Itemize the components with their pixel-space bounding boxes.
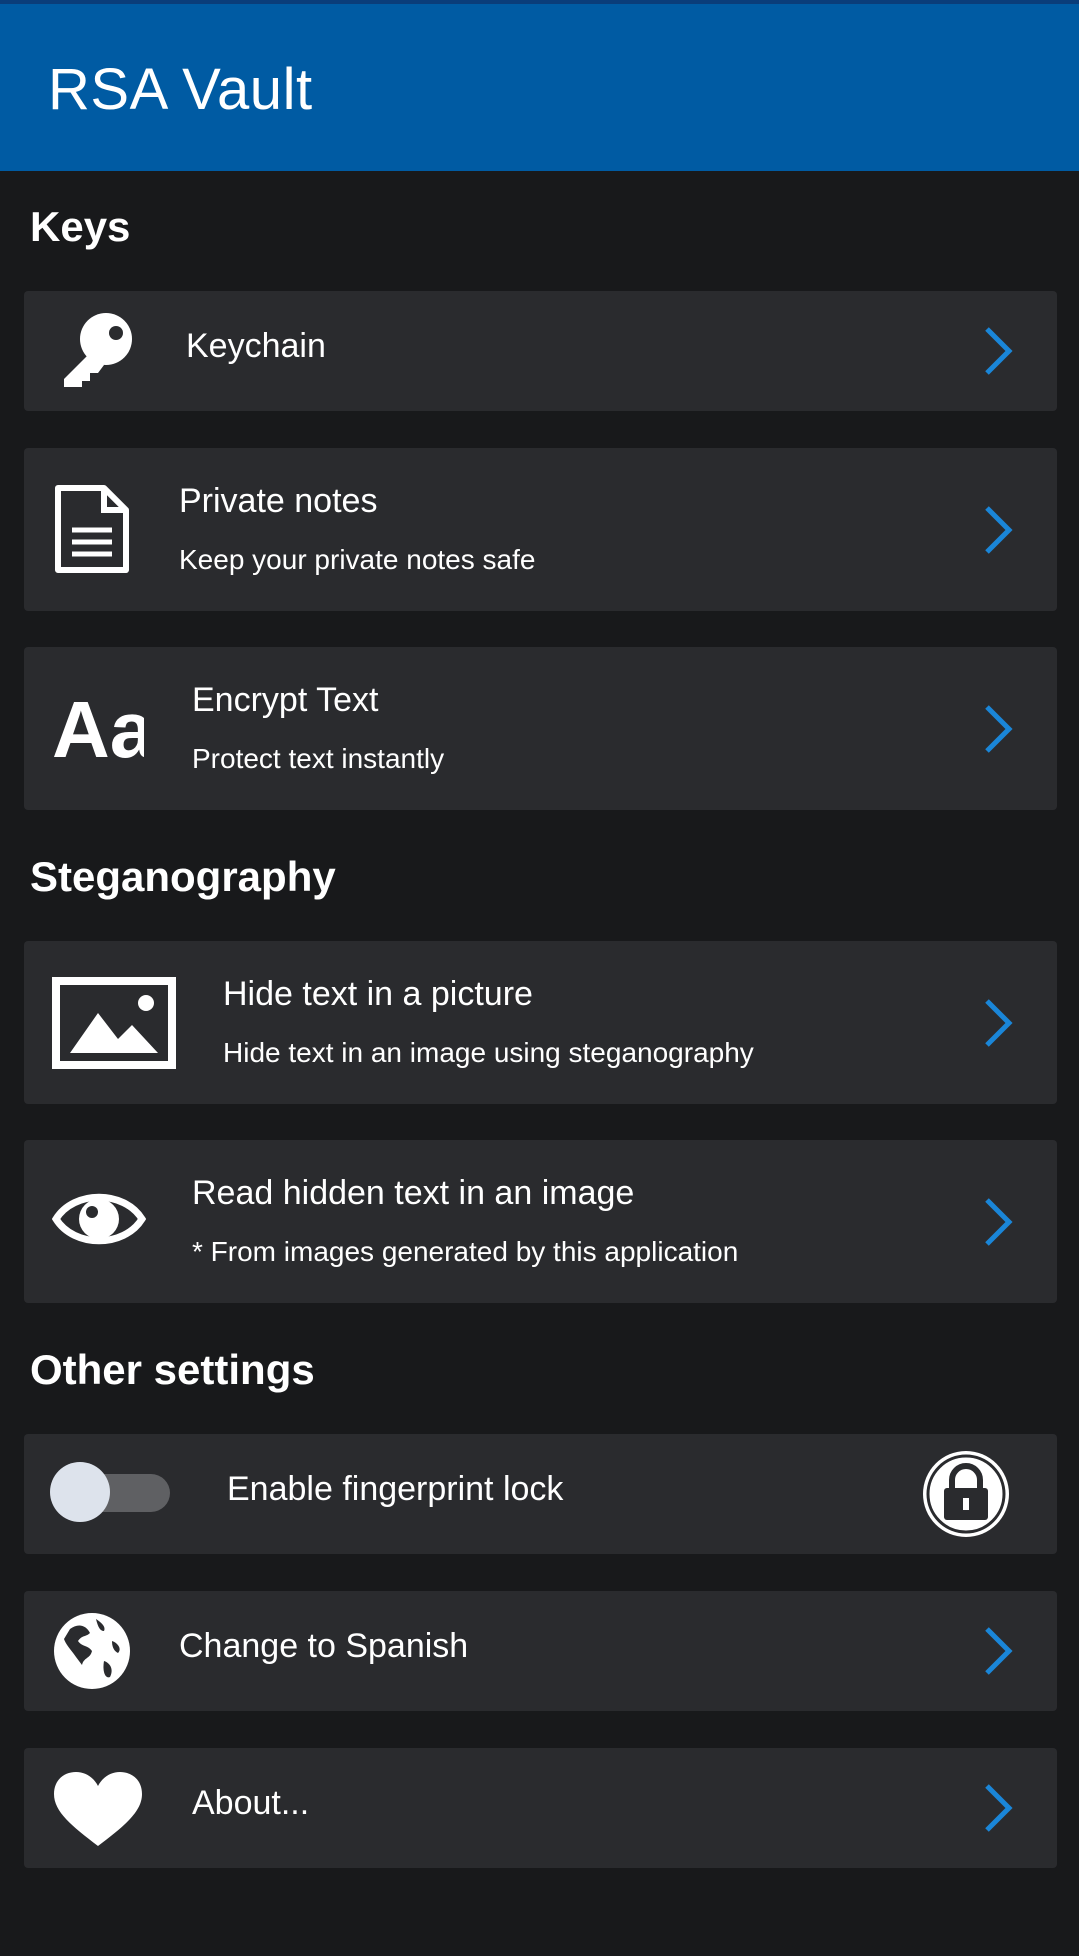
keychain-item[interactable]: Keychain (24, 291, 1057, 411)
private-notes-item[interactable]: Private notes Keep your private notes sa… (24, 448, 1057, 611)
fingerprint-lock-item: Enable fingerprint lock (24, 1434, 1057, 1554)
chevron-right-icon (985, 1784, 1013, 1832)
image-icon (52, 977, 176, 1069)
private-notes-subtitle: Keep your private notes safe (179, 544, 536, 575)
about-title: About... (192, 1784, 310, 1822)
section-title-keys: Keys (30, 203, 131, 250)
chevron-right-icon (985, 506, 1013, 554)
key-icon (64, 313, 132, 387)
app-title: RSA Vault (48, 57, 313, 122)
hide-text-item[interactable]: Hide text in a picture Hide text in an i… (24, 941, 1057, 1104)
read-hidden-title: Read hidden text in an image (192, 1174, 635, 1212)
encrypt-text-title: Encrypt Text (192, 681, 379, 719)
chevron-right-icon (985, 705, 1013, 753)
keychain-title: Keychain (186, 327, 326, 365)
read-hidden-item[interactable]: Read hidden text in an image * From imag… (24, 1140, 1057, 1303)
chevron-right-icon (985, 999, 1013, 1047)
app-bar: RSA Vault (0, 0, 1079, 171)
globe-icon (54, 1613, 130, 1689)
chevron-right-icon (985, 1627, 1013, 1675)
fingerprint-title: Enable fingerprint lock (227, 1470, 564, 1508)
read-hidden-subtitle: * From images generated by this applicat… (192, 1236, 739, 1267)
fingerprint-toggle-thumb[interactable] (50, 1462, 110, 1522)
change-language-item[interactable]: Change to Spanish (24, 1591, 1057, 1711)
chevron-right-icon (985, 327, 1013, 375)
text-format-icon: Aa (52, 689, 144, 765)
eye-icon (52, 1193, 146, 1245)
document-icon (55, 485, 129, 573)
about-item[interactable]: About... (24, 1748, 1057, 1868)
encrypt-text-subtitle: Protect text instantly (192, 743, 445, 774)
section-title-steganography: Steganography (30, 853, 336, 900)
lock-icon (923, 1451, 1009, 1537)
heart-icon (54, 1772, 142, 1846)
svg-text:Aa: Aa (52, 689, 144, 765)
change-language-title: Change to Spanish (179, 1627, 469, 1665)
hide-text-title: Hide text in a picture (223, 975, 533, 1013)
hide-text-subtitle: Hide text in an image using steganograph… (223, 1037, 754, 1068)
private-notes-title: Private notes (179, 482, 378, 520)
chevron-right-icon (985, 1198, 1013, 1246)
section-title-other-settings: Other settings (30, 1346, 315, 1393)
encrypt-text-item[interactable]: Aa Encrypt Text Protect text instantly (24, 647, 1057, 810)
